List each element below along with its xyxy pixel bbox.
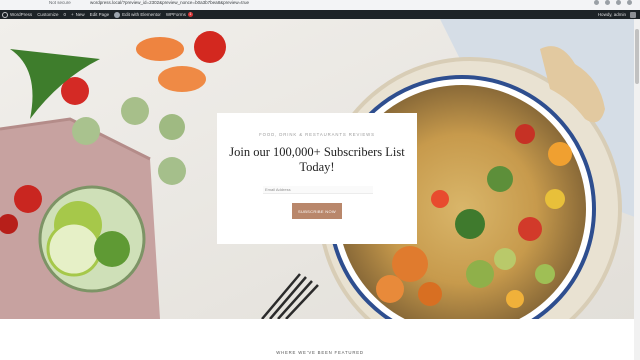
customize-label: Customize <box>37 12 59 17</box>
address-bar[interactable]: wordpress.local/?preview_id=2302&preview… <box>90 0 249 5</box>
subscribe-button[interactable]: SUBSCRIBE NOW <box>292 203 342 219</box>
featured-label: WHERE WE'VE BEEN FEATURED <box>276 350 364 355</box>
subscribe-card: FOOD, DRINK & RESTAURANTS REVIEWS Join o… <box>217 113 417 244</box>
comments-link[interactable]: 0 <box>63 10 66 19</box>
menu-icon[interactable] <box>627 0 632 5</box>
scrollbar-thumb[interactable] <box>635 29 639 84</box>
hero-section: FOOD, DRINK & RESTAURANTS REVIEWS Join o… <box>0 19 640 319</box>
wp-admin-bar: WordPress Customize 0 + New Edit Page Ed… <box>0 10 640 19</box>
edit-page-label: Edit Page <box>89 12 110 17</box>
wordpress-menu[interactable]: WordPress <box>2 10 32 19</box>
edit-with-elementor-link[interactable]: Edit with Elementor <box>114 10 161 19</box>
howdy-user[interactable]: Howdy, admin <box>598 10 626 19</box>
new-content-menu[interactable]: + New <box>71 10 85 19</box>
wordpress-label: WordPress <box>10 12 33 17</box>
wordpress-logo-icon <box>2 11 8 18</box>
comments-count: 0 <box>63 12 66 17</box>
extension-icon[interactable] <box>594 0 599 5</box>
browser-bar: Not secure wordpress.local/?preview_id=2… <box>0 0 640 10</box>
featured-section: WHERE WE'VE BEEN FEATURED <box>0 319 640 360</box>
security-label[interactable]: Not secure <box>49 0 71 5</box>
new-label: New <box>75 12 85 17</box>
card-eyebrow: FOOD, DRINK & RESTAURANTS REVIEWS <box>259 132 375 137</box>
elementor-label: Edit with Elementor <box>122 12 161 17</box>
wpforms-menu[interactable]: WPForms 1 <box>166 10 193 19</box>
bookmark-icon[interactable] <box>605 0 610 5</box>
page-scrollbar[interactable] <box>634 19 640 360</box>
profile-icon[interactable] <box>616 0 621 5</box>
customize-link[interactable]: Customize <box>37 10 58 19</box>
notification-badge: 1 <box>187 12 193 17</box>
avatar[interactable] <box>630 11 636 18</box>
card-heading: Join our 100,000+ Subscribers List Today… <box>229 145 405 174</box>
plus-icon: + <box>70 12 74 17</box>
edit-page-link[interactable]: Edit Page <box>90 10 110 19</box>
email-input[interactable] <box>263 186 373 194</box>
wpforms-label: WPForms <box>165 12 186 17</box>
elementor-icon <box>114 11 121 18</box>
browser-toolbar-icons <box>594 0 632 6</box>
